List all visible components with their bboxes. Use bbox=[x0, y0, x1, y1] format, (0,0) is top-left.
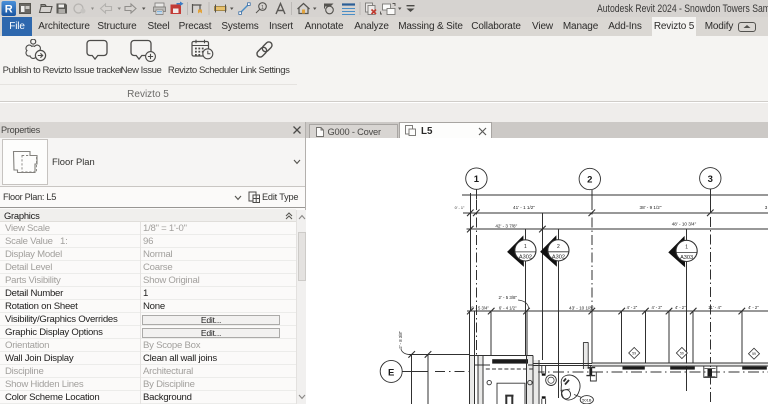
svg-text:3: 3 bbox=[708, 174, 713, 185]
svg-text:501B: 501B bbox=[582, 397, 592, 402]
svg-text:2: 2 bbox=[557, 244, 560, 250]
svg-text:Autodesk Revit 2024 - Snowdon: Autodesk Revit 2024 - Snowdon Towers Sam bbox=[597, 3, 768, 15]
svg-text:1: 1 bbox=[685, 244, 688, 250]
svg-text:A303: A303 bbox=[680, 255, 693, 261]
svg-text:A302: A302 bbox=[552, 254, 565, 260]
svg-text:2: 2 bbox=[587, 175, 592, 186]
svg-text:4' - 2": 4' - 2" bbox=[675, 305, 686, 310]
svg-text:38' - 9 1/2": 38' - 9 1/2" bbox=[640, 205, 662, 210]
svg-text:48' - 10 3/4": 48' - 10 3/4" bbox=[672, 221, 697, 226]
svg-text:0' - 5 3/4": 0' - 5 3/4" bbox=[471, 305, 489, 310]
svg-text:3: 3 bbox=[765, 205, 768, 210]
svg-text:42' - 3 7/8": 42' - 3 7/8" bbox=[495, 223, 517, 228]
svg-text:4' - 2": 4' - 2" bbox=[651, 305, 662, 310]
svg-text:4' - 2": 4' - 2" bbox=[627, 305, 638, 310]
svg-text:E: E bbox=[388, 367, 394, 378]
svg-text:1: 1 bbox=[474, 174, 480, 185]
svg-text:43' - 10 1/8": 43' - 10 1/8" bbox=[569, 306, 594, 311]
svg-text:41' - 1 1/2": 41' - 1 1/2" bbox=[513, 205, 535, 210]
svg-text:0' - 1": 0' - 1" bbox=[455, 206, 465, 210]
svg-text:2' - 5 3/8": 2' - 5 3/8" bbox=[499, 295, 518, 300]
svg-text:A302: A302 bbox=[519, 254, 532, 260]
svg-text:11' - 4": 11' - 4" bbox=[708, 305, 722, 310]
svg-text:59: 59 bbox=[680, 351, 684, 355]
svg-text:2' - 8 3/8": 2' - 8 3/8" bbox=[398, 330, 403, 348]
svg-text:6' - 4 1/2": 6' - 4 1/2" bbox=[499, 305, 517, 310]
svg-text:59: 59 bbox=[752, 352, 756, 356]
svg-text:4' - 2": 4' - 2" bbox=[748, 305, 759, 310]
svg-text:1: 1 bbox=[524, 244, 527, 250]
svg-text:59: 59 bbox=[632, 351, 636, 355]
